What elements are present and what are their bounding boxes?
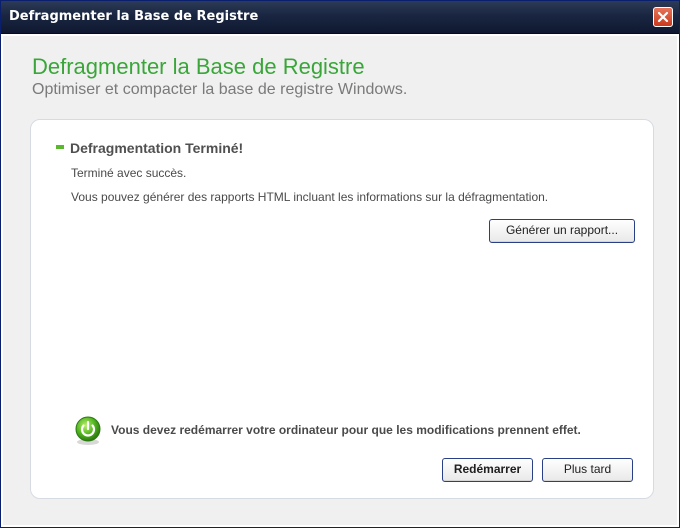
window-title: Defragmenter la Base de Registre (9, 9, 259, 24)
restart-button[interactable]: Redémarrer (442, 458, 533, 482)
dialog-content: Defragmenter la Base de Registre Optimis… (1, 34, 679, 527)
later-button[interactable]: Plus tard (542, 458, 633, 482)
title-bar[interactable]: Defragmenter la Base de Registre (1, 1, 679, 34)
section-title: Defragmentation Terminé! (70, 140, 244, 156)
close-button[interactable] (653, 7, 673, 27)
page-title: Defragmenter la Base de Registre (32, 54, 365, 79)
restart-notice: Vous devez redémarrer votre ordinateur p… (111, 423, 581, 437)
info-text: Vous pouvez générer des rapports HTML in… (71, 190, 549, 204)
page-subtitle: Optimiser et compacter la base de regist… (32, 81, 408, 98)
status-text: Terminé avec succès. (71, 166, 187, 180)
close-icon (657, 11, 669, 23)
section-heading: Defragmentation Terminé! (56, 140, 243, 156)
dialog-window: Defragmenter la Base de Registre Defragm… (0, 0, 680, 528)
generate-report-button[interactable]: Générer un rapport... (489, 219, 635, 243)
section-marker-icon (56, 145, 64, 150)
result-panel: Defragmentation Terminé! Terminé avec su… (30, 119, 654, 499)
power-icon (75, 416, 101, 445)
